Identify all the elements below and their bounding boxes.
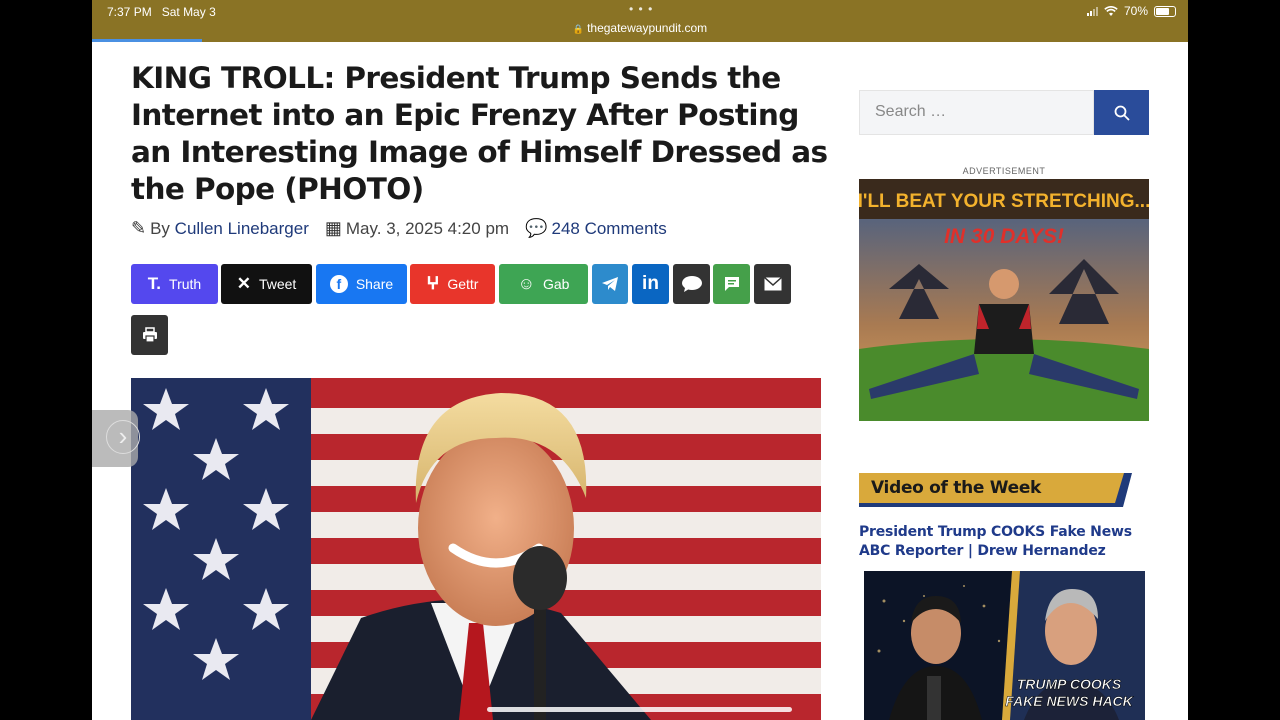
author-link[interactable]: Cullen Linebarger [175, 219, 309, 239]
address-bar[interactable]: 🔒 thegatewaypundit.com [92, 21, 1188, 35]
video-thumbnail[interactable]: TRUMP COOKS FAKE NEWS HACK [864, 571, 1145, 720]
telegram-icon [602, 277, 618, 291]
comments-icon: 💬 [525, 218, 548, 238]
wifi-icon [1104, 5, 1118, 16]
battery-percent: 70% [1123, 4, 1148, 18]
share-sms-button[interactable] [713, 264, 750, 304]
video-of-week-heading: Video of the Week [871, 478, 1042, 498]
gettr-icon: ⵖ [426, 274, 440, 293]
share-truth-button[interactable]: T. Truth [131, 264, 218, 304]
email-icon [763, 277, 782, 291]
side-panel-handle[interactable]: › [92, 410, 140, 467]
article-headline: KING TROLL: President Trump Sends the In… [131, 61, 828, 206]
share-tweet-button[interactable]: ✕ Tweet [221, 264, 312, 304]
truth-social-icon: T. [147, 274, 162, 293]
pencil-icon: ✎ [131, 218, 147, 238]
status-bar: 7:37 PM Sat May 3 • • • 🔒 thegatewaypundi… [92, 0, 1188, 42]
status-indicators: 70% [1086, 4, 1176, 18]
home-indicator[interactable] [487, 707, 792, 712]
post-date: May. 3, 2025 4:20 pm [345, 218, 510, 238]
search-icon [1114, 105, 1130, 121]
comment-icon [681, 276, 702, 292]
search-button[interactable] [1094, 90, 1149, 135]
share-print-button[interactable] [131, 315, 168, 355]
share-telegram-button[interactable] [592, 264, 628, 304]
advertisement-banner[interactable]: I'LL BEAT YOUR STRETCHING... IN 30 DAYS! [859, 179, 1149, 421]
share-linkedin-button[interactable]: in [632, 264, 669, 304]
status-time: 7:37 PM Sat May 3 [107, 5, 216, 19]
x-icon: ✕ [236, 274, 251, 293]
comments-link[interactable]: 248 Comments [551, 219, 666, 239]
video-title-link[interactable]: President Trump COOKS Fake News ABC Repo… [859, 523, 1139, 561]
article-meta: ✎ By Cullen Linebarger ▦ May. 3, 2025 4:… [131, 218, 667, 239]
featured-image [131, 378, 821, 720]
sms-icon [724, 277, 739, 291]
thumb-text-1: TRUMP COOKS [1017, 676, 1122, 692]
ad-label: ADVERTISEMENT [962, 166, 1046, 176]
share-facebook-button[interactable]: f Share [316, 264, 407, 304]
lock-icon: 🔒 [572, 24, 585, 34]
print-icon [142, 327, 157, 343]
browser-viewport: 7:37 PM Sat May 3 • • • 🔒 thegatewaypundi… [92, 0, 1188, 720]
facebook-icon: f [329, 275, 348, 293]
search-input[interactable]: Search … [859, 90, 1094, 135]
share-comment-button[interactable] [673, 264, 710, 304]
thumb-text-2: FAKE NEWS HACK [1005, 693, 1133, 709]
share-gab-button[interactable]: ☺ Gab [499, 264, 588, 304]
byline-prefix: By [150, 218, 170, 238]
page-load-progress [92, 39, 202, 42]
multitask-dots-icon[interactable]: • • • [629, 2, 653, 16]
ad-headline-2: IN 30 DAYS! [944, 225, 1064, 248]
battery-icon [1154, 5, 1176, 17]
cellular-signal-icon [1086, 6, 1098, 16]
ad-headline-1: I'LL BEAT YOUR STRETCHING... [859, 191, 1149, 212]
calendar-icon: ▦ [324, 218, 342, 238]
linkedin-icon: in [642, 273, 659, 294]
share-email-button[interactable] [754, 264, 791, 304]
share-gettr-button[interactable]: ⵖ Gettr [410, 264, 495, 304]
gab-icon: ☺ [517, 274, 535, 293]
chevron-right-icon: › [106, 420, 140, 454]
